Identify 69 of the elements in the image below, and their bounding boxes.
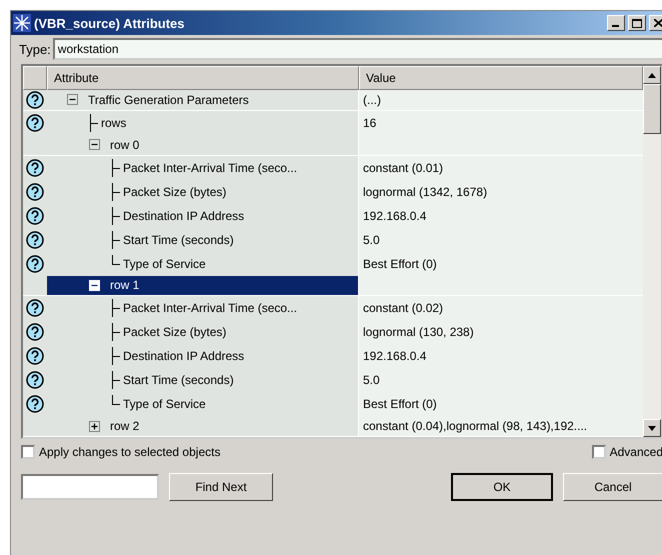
value-cell[interactable]: 16 (359, 110, 643, 135)
value-cell[interactable]: constant (0.02) (359, 296, 643, 320)
attribute-name-cell[interactable]: Packet Size (bytes) (47, 320, 359, 344)
close-icon (654, 19, 662, 27)
attribute-name: Packet Inter-Arrival Time (seco... (123, 301, 298, 316)
apply-checkbox[interactable]: Apply changes to selected objects (21, 445, 220, 459)
attribute-name-cell[interactable]: Type of Service (47, 252, 359, 276)
value-cell[interactable]: Best Effort (0) (359, 252, 643, 276)
column-header[interactable]: Attribute (47, 66, 359, 90)
close-button[interactable] (649, 15, 662, 31)
scroll-up-icon[interactable] (643, 66, 661, 84)
find-next-button[interactable]: Find Next (169, 473, 273, 501)
value-cell[interactable]: (...) (359, 90, 643, 110)
scrollbar[interactable] (643, 66, 661, 437)
maximize-icon (632, 18, 642, 28)
ok-button[interactable]: OK (451, 473, 553, 501)
advanced-checkbox[interactable]: Advanced (592, 445, 662, 459)
attribute-name: Packet Size (bytes) (123, 184, 226, 198)
attribute-name-cell[interactable]: row 1 (47, 276, 359, 296)
attribute-name: Packet Inter-Arrival Time (seco... (123, 160, 298, 174)
attribute-name-cell[interactable]: Destination IP Address (47, 344, 359, 368)
attribute-name-cell[interactable]: Packet Size (bytes) (47, 180, 359, 204)
attribute-name: Destination IP Address (123, 208, 244, 222)
value-cell[interactable]: 5.0 (359, 228, 643, 252)
attribute-name: rows (101, 116, 126, 130)
value-cell[interactable]: lognormal (130, 238) (359, 320, 643, 344)
attribute-name-cell[interactable]: Packet Inter-Arrival Time (seco... (47, 156, 359, 180)
attribute-name: row 2 (110, 419, 140, 434)
expand-icon[interactable] (89, 420, 100, 432)
attribute-name-cell[interactable]: rows (47, 110, 359, 135)
attribute-name: Type of Service (123, 256, 206, 270)
value-cell[interactable]: constant (0.04),lognormal (98, 143),192.... (359, 416, 643, 436)
scroll-down-icon[interactable] (643, 419, 661, 437)
attribute-name: Traffic Generation Parameters (88, 92, 249, 107)
star-icon (13, 14, 31, 32)
maximize-button[interactable] (628, 15, 646, 31)
attribute-name: Packet Size (bytes) (123, 325, 226, 340)
attribute-name: Type of Service (123, 397, 206, 412)
attribute-name: row 0 (110, 138, 140, 152)
attribute-name: Destination IP Address (123, 349, 244, 364)
column-header[interactable]: Value (359, 66, 643, 90)
attribute-name-cell[interactable]: Packet Inter-Arrival Time (seco... (47, 296, 359, 320)
attribute-name-cell[interactable]: Traffic Generation Parameters (47, 90, 359, 110)
value-cell[interactable] (359, 134, 643, 154)
collapse-icon[interactable] (67, 94, 78, 106)
cancel-button[interactable]: Cancel (563, 473, 662, 501)
attribute-name-cell[interactable]: row 2 (47, 416, 359, 436)
scroll-thumb[interactable] (643, 84, 661, 134)
value-cell[interactable]: Best Effort (0) (359, 392, 643, 416)
value-cell[interactable]: 192.168.0.4 (359, 204, 643, 228)
value-cell[interactable]: 5.0 (359, 368, 643, 392)
minimize-button[interactable] (607, 15, 625, 31)
value-cell[interactable]: lognormal (1342, 1678) (359, 180, 643, 204)
value-cell[interactable] (359, 276, 643, 296)
search-field[interactable] (21, 474, 159, 500)
type-label: Type: (19, 42, 51, 56)
attribute-name-cell[interactable]: Type of Service (47, 392, 359, 416)
window-title: (VBR_source) Attributes (34, 16, 186, 30)
attribute-name: Start Time (seconds) (123, 232, 234, 246)
type-field[interactable]: workstation (52, 38, 662, 60)
attribute-name: Start Time (seconds) (123, 373, 234, 388)
attribute-name-cell[interactable]: row 0 (47, 134, 359, 154)
attribute-name-cell[interactable]: Start Time (seconds) (47, 368, 359, 392)
collapse-icon[interactable] (89, 139, 100, 150)
attribute-name-cell[interactable]: Destination IP Address (47, 204, 359, 228)
value-cell[interactable]: 192.168.0.4 (359, 344, 643, 368)
attribute-name: row 1 (110, 278, 140, 292)
attribute-name-cell[interactable]: Start Time (seconds) (47, 228, 359, 252)
value-cell[interactable]: constant (0.01) (359, 156, 643, 180)
